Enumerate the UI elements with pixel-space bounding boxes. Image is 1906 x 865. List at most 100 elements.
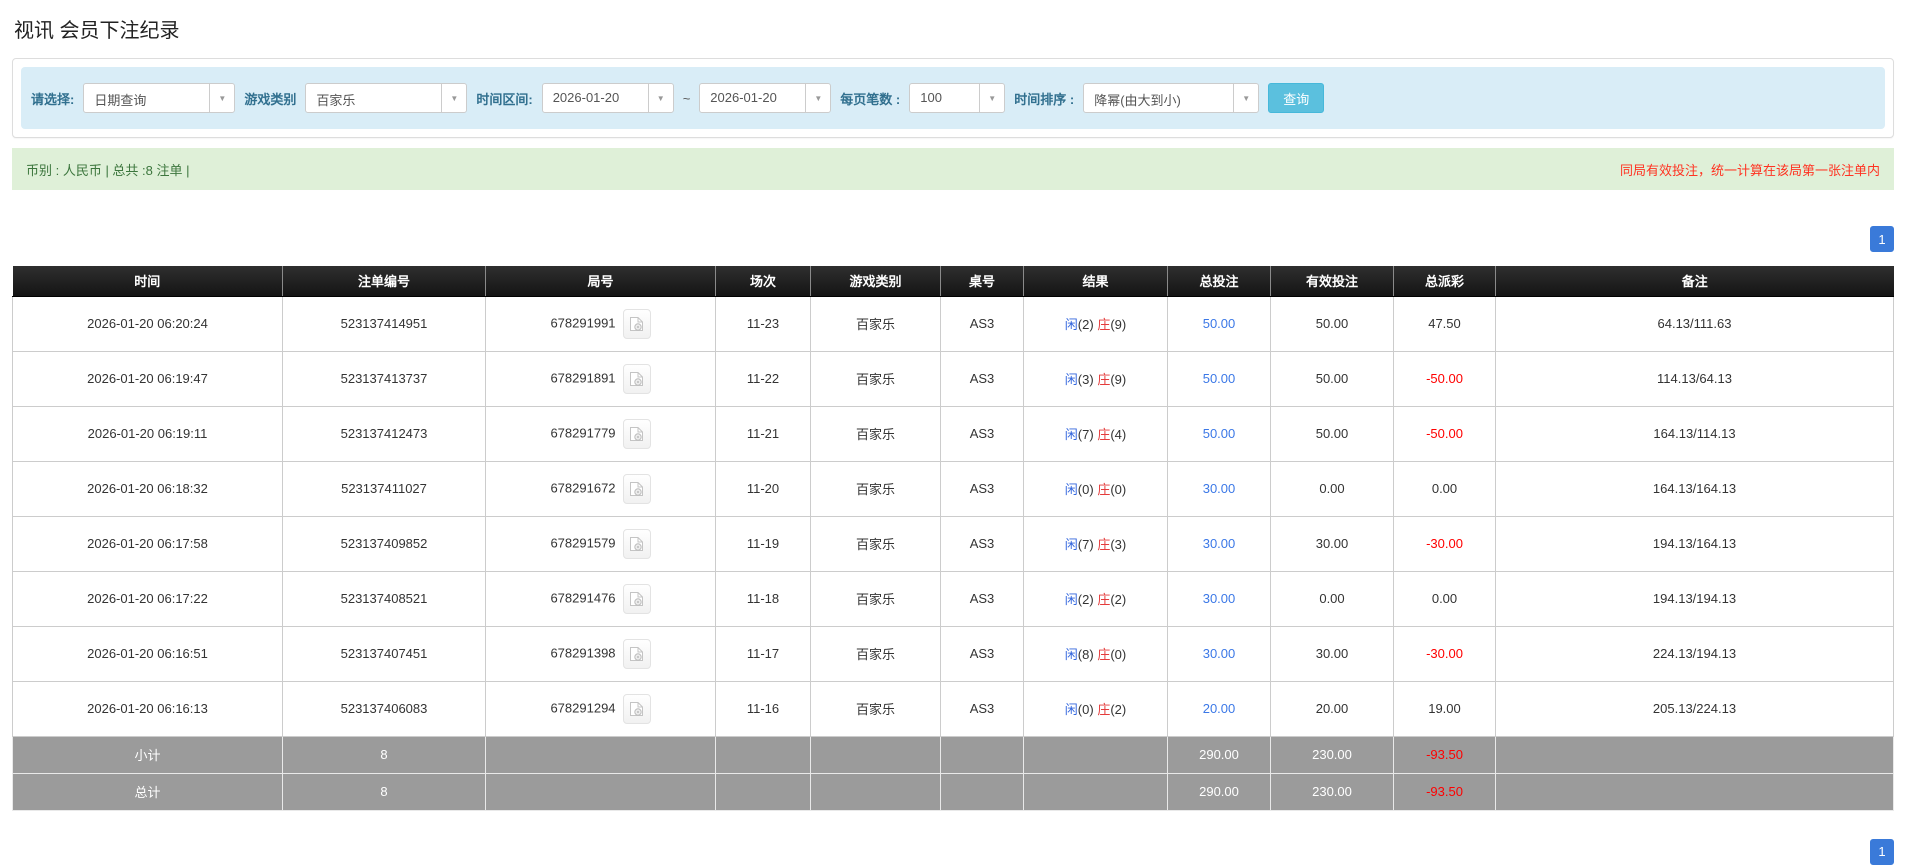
valid-bet-cell: 0.00 (1271, 571, 1394, 626)
table-no-cell: AS3 (941, 406, 1024, 461)
empty-cell (716, 736, 811, 773)
pagination-page-1[interactable]: 1 (1870, 226, 1894, 252)
player-score: (3) (1078, 372, 1094, 387)
column-header: 游戏类别 (811, 266, 941, 296)
empty-cell (486, 736, 716, 773)
table-row: 2026-01-20 06:17:22 523137408521 6782914… (13, 571, 1894, 626)
banker-result: 庄 (1097, 702, 1110, 717)
range-tilde: ~ (683, 91, 691, 106)
column-header: 结果 (1024, 266, 1168, 296)
column-header: 备注 (1496, 266, 1894, 296)
column-header: 局号 (486, 266, 716, 296)
table-header-row: 时间注单编号局号场次游戏类别桌号结果总投注有效投注总派彩备注 (13, 266, 1894, 296)
result-cell: 闲(0) 庄(0) (1024, 461, 1168, 516)
filter-panel: 请选择: 日期查询 ▼ 游戏类别 百家乐 ▼ 时间区间: 2026-01-20 … (12, 58, 1894, 138)
banker-result: 庄 (1097, 427, 1110, 442)
date-to-select[interactable]: 2026-01-20 ▼ (699, 83, 831, 113)
video-file-icon (629, 481, 644, 497)
video-replay-button[interactable] (623, 529, 651, 559)
video-file-icon (629, 536, 644, 552)
banker-score: (2) (1110, 702, 1126, 717)
valid-bet-cell: 30.00 (1271, 516, 1394, 571)
player-result: 闲 (1065, 372, 1078, 387)
banker-score: (4) (1110, 427, 1126, 442)
note-cell: 164.13/164.13 (1496, 461, 1894, 516)
round-id-value: 678291779 (550, 425, 615, 440)
banker-result: 庄 (1097, 592, 1110, 607)
note-cell: 194.13/164.13 (1496, 516, 1894, 571)
video-file-icon (629, 316, 644, 332)
video-file-icon (629, 371, 644, 387)
round-id-cell: 678291579 (486, 516, 716, 571)
payout-cell: 47.50 (1394, 296, 1496, 351)
query-type-value: 日期查询 (84, 84, 209, 112)
pagination-bottom: 1 (12, 839, 1894, 865)
chevron-down-icon: ▼ (979, 84, 1004, 112)
video-replay-button[interactable] (623, 639, 651, 669)
total-bet-cell: 30.00 (1168, 461, 1271, 516)
player-score: (2) (1078, 317, 1094, 332)
result-cell: 闲(7) 庄(4) (1024, 406, 1168, 461)
column-header: 有效投注 (1271, 266, 1394, 296)
query-type-select[interactable]: 日期查询 ▼ (83, 83, 235, 113)
pagination-top: 1 (12, 226, 1894, 252)
payout-cell: 19.00 (1394, 681, 1496, 736)
round-id-value: 678291991 (550, 315, 615, 330)
empty-cell (811, 736, 941, 773)
date-from-select[interactable]: 2026-01-20 ▼ (542, 83, 674, 113)
empty-cell (811, 773, 941, 810)
round-id-value: 678291891 (550, 370, 615, 385)
banker-score: (9) (1110, 317, 1126, 332)
date-from-value: 2026-01-20 (543, 84, 648, 112)
time-sort-select[interactable]: 降幂(由大到小) ▼ (1083, 83, 1259, 113)
per-page-label: 每页笔数 : (840, 89, 900, 108)
column-header: 总投注 (1168, 266, 1271, 296)
summary-total-bet-cell: 290.00 (1168, 773, 1271, 810)
video-file-icon (629, 646, 644, 662)
round-id-cell: 678291476 (486, 571, 716, 626)
video-replay-button[interactable] (623, 364, 651, 394)
video-replay-button[interactable] (623, 474, 651, 504)
empty-cell (486, 773, 716, 810)
table-row: 2026-01-20 06:16:13 523137406083 6782912… (13, 681, 1894, 736)
banker-result: 庄 (1097, 482, 1110, 497)
video-file-icon (629, 701, 644, 717)
search-button[interactable]: 查询 (1268, 83, 1324, 113)
game-cell: 百家乐 (811, 351, 941, 406)
round-id-cell: 678291672 (486, 461, 716, 516)
note-cell: 114.13/64.13 (1496, 351, 1894, 406)
video-replay-button[interactable] (623, 584, 651, 614)
valid-bet-cell: 50.00 (1271, 296, 1394, 351)
chevron-down-icon: ▼ (441, 84, 466, 112)
table-no-cell: AS3 (941, 626, 1024, 681)
session-cell: 11-21 (716, 406, 811, 461)
video-replay-button[interactable] (623, 419, 651, 449)
banker-score: (2) (1110, 592, 1126, 607)
session-cell: 11-20 (716, 461, 811, 516)
time-cell: 2026-01-20 06:19:47 (13, 351, 283, 406)
note-cell: 224.13/194.13 (1496, 626, 1894, 681)
select-type-label: 请选择: (31, 89, 74, 108)
result-cell: 闲(8) 庄(0) (1024, 626, 1168, 681)
video-replay-button[interactable] (623, 309, 651, 339)
round-id-cell: 678291991 (486, 296, 716, 351)
banker-result: 庄 (1097, 372, 1110, 387)
session-cell: 11-23 (716, 296, 811, 351)
pagination-page-1-bottom[interactable]: 1 (1870, 839, 1894, 865)
banker-score: (9) (1110, 372, 1126, 387)
game-cell: 百家乐 (811, 461, 941, 516)
per-page-select[interactable]: 100 ▼ (909, 83, 1005, 113)
banker-score: (0) (1110, 647, 1126, 662)
session-cell: 11-19 (716, 516, 811, 571)
player-score: (0) (1078, 482, 1094, 497)
payout-cell: -30.00 (1394, 626, 1496, 681)
video-replay-button[interactable] (623, 694, 651, 724)
round-id-cell: 678291891 (486, 351, 716, 406)
player-result: 闲 (1065, 592, 1078, 607)
banker-score: (3) (1110, 537, 1126, 552)
player-result: 闲 (1065, 317, 1078, 332)
column-header: 桌号 (941, 266, 1024, 296)
game-type-select[interactable]: 百家乐 ▼ (305, 83, 467, 113)
table-no-cell: AS3 (941, 461, 1024, 516)
bet-records-table: 时间注单编号局号场次游戏类别桌号结果总投注有效投注总派彩备注 2026-01-2… (12, 266, 1894, 811)
